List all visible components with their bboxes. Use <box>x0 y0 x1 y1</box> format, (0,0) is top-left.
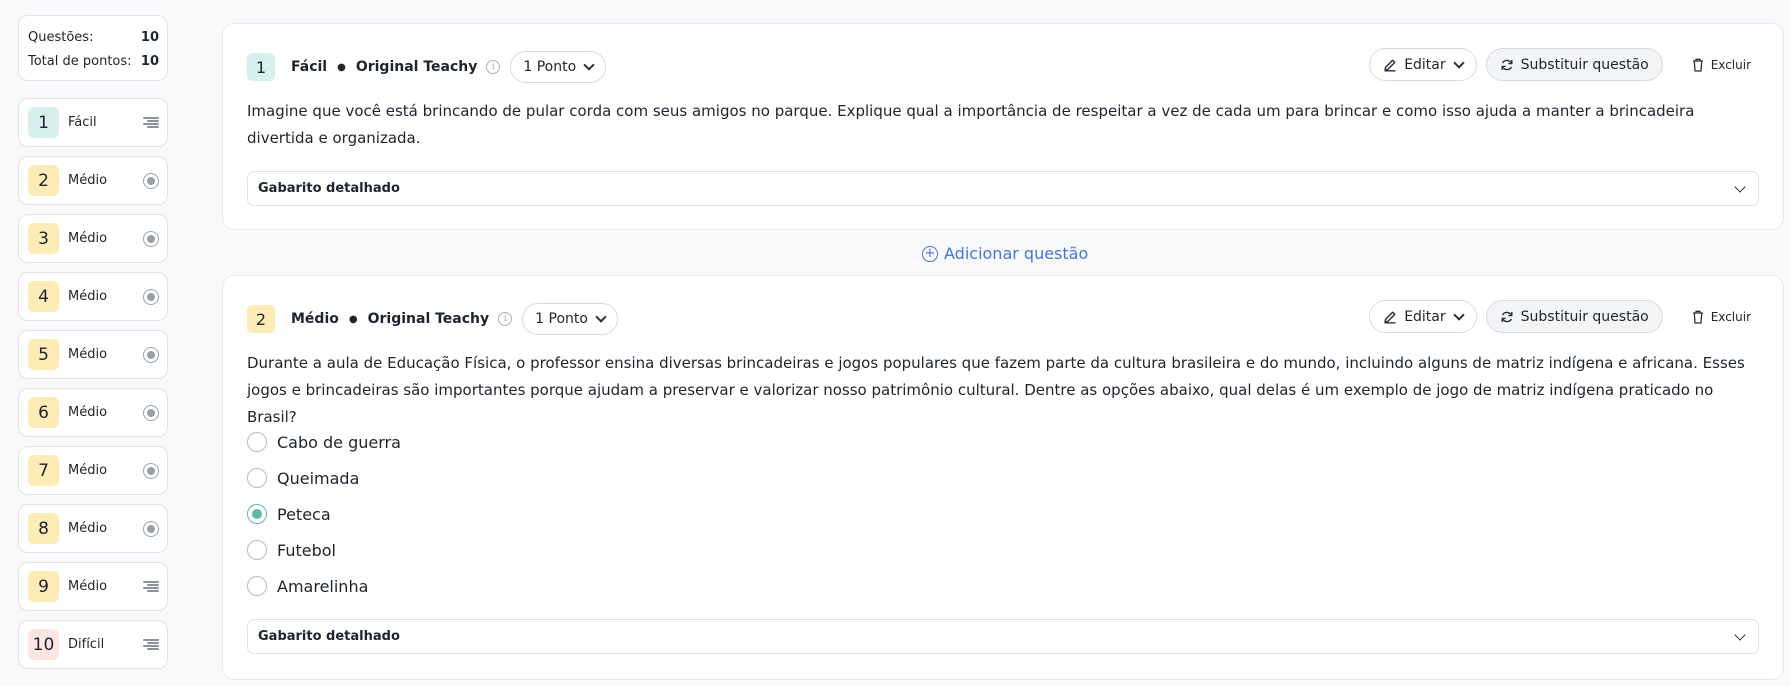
difficulty-label: Médio <box>68 231 108 246</box>
question-text: Durante a aula de Educação Física, o pro… <box>247 354 1745 426</box>
multiple-choice-icon <box>143 288 159 305</box>
total-points-value: 10 <box>140 54 159 69</box>
multiple-choice-icon <box>143 346 159 363</box>
total-points-label: Total de pontos: <box>28 54 132 69</box>
radio-button[interactable] <box>247 576 267 596</box>
add-question-button[interactable]: + Adicionar questão <box>922 244 1088 263</box>
info-icon[interactable]: i <box>486 60 501 74</box>
question-number-badge: 7 <box>28 455 59 486</box>
refresh-icon <box>1501 311 1513 322</box>
summary-box: Questões: 10 Total de pontos: 10 <box>18 15 168 81</box>
multiple-choice-icon <box>143 520 159 537</box>
multiple-choice-icon <box>143 172 159 189</box>
answer-option[interactable]: Amarelinha <box>247 568 401 604</box>
text-answer-icon <box>143 637 159 653</box>
answer-option[interactable]: Peteca <box>247 496 401 532</box>
difficulty-label: Médio <box>68 347 108 362</box>
sidebar-item-question-8[interactable]: 8 Médio <box>18 504 168 553</box>
difficulty-label: Médio <box>68 173 108 188</box>
pencil-icon <box>1384 59 1396 71</box>
question-number-badge: 5 <box>28 339 59 370</box>
multiple-choice-icon <box>143 230 159 247</box>
difficulty-label: Fácil <box>68 115 97 130</box>
radio-button[interactable] <box>247 504 267 524</box>
question-card-1: 1 Fácil ● Original Teachy i 1 Ponto Edit… <box>222 23 1784 230</box>
difficulty-label: Médio <box>291 311 339 327</box>
question-number-badge: 3 <box>28 223 59 254</box>
answer-option-label: Queimada <box>277 468 360 488</box>
answer-option-label: Futebol <box>277 540 336 560</box>
answer-option-label: Peteca <box>277 504 331 524</box>
replace-question-button[interactable]: Substituir questão <box>1485 48 1663 81</box>
question-number-badge: 1 <box>247 53 275 81</box>
points-dropdown[interactable]: 1 Ponto <box>510 51 607 83</box>
edit-button[interactable]: Editar <box>1369 300 1477 333</box>
question-number-badge: 2 <box>247 305 275 333</box>
question-sidebar: Questões: 10 Total de pontos: 10 1 Fácil 2… <box>0 0 186 686</box>
trash-icon <box>1692 310 1703 324</box>
edit-button[interactable]: Editar <box>1369 48 1477 81</box>
chevron-down-icon <box>1452 308 1465 321</box>
question-number-badge: 6 <box>28 397 59 428</box>
source-label: Original Teachy <box>355 59 478 75</box>
radio-button[interactable] <box>247 468 267 488</box>
radio-button[interactable] <box>247 432 267 452</box>
info-icon[interactable]: i <box>498 312 513 326</box>
answer-option[interactable]: Futebol <box>247 532 401 568</box>
answer-key-dropdown[interactable]: Gabarito detalhado <box>247 171 1759 206</box>
difficulty-label: Médio <box>68 405 108 420</box>
chevron-down-icon <box>1734 180 1746 193</box>
answer-option[interactable]: Cabo de guerra <box>247 424 401 460</box>
question-text: Imagine que você está brincando de pular… <box>247 102 1695 147</box>
answer-option[interactable]: Queimada <box>247 460 401 496</box>
chevron-down-icon <box>595 311 607 323</box>
difficulty-label: Difícil <box>68 637 105 652</box>
questions-count-label: Questões: <box>28 30 94 45</box>
sidebar-item-question-3[interactable]: 3 Médio <box>18 214 168 263</box>
source-label: Original Teachy <box>367 311 490 327</box>
sidebar-item-question-10[interactable]: 10 Difícil <box>18 620 168 669</box>
questions-count-value: 10 <box>140 30 159 45</box>
sidebar-item-question-5[interactable]: 5 Médio <box>18 330 168 379</box>
sidebar-item-question-2[interactable]: 2 Médio <box>18 156 168 205</box>
answer-option-label: Cabo de guerra <box>277 432 401 452</box>
answer-key-dropdown[interactable]: Gabarito detalhado <box>247 619 1759 654</box>
difficulty-label: Médio <box>68 289 108 304</box>
answer-option-label: Amarelinha <box>277 576 369 596</box>
answer-options: Cabo de guerra Queimada Peteca Futebol Amare… <box>247 424 401 604</box>
question-number-badge: 8 <box>28 513 59 544</box>
question-number-badge: 2 <box>28 165 59 196</box>
question-number-badge: 1 <box>28 107 59 138</box>
radio-button[interactable] <box>247 540 267 560</box>
difficulty-label: Médio <box>68 521 108 536</box>
sidebar-item-question-6[interactable]: 6 Médio <box>18 388 168 437</box>
trash-icon <box>1692 58 1703 72</box>
points-dropdown[interactable]: 1 Ponto <box>522 303 618 335</box>
chevron-down-icon <box>1734 628 1746 641</box>
sidebar-item-question-4[interactable]: 4 Médio <box>18 272 168 321</box>
sidebar-item-question-9[interactable]: 9 Médio <box>18 562 168 611</box>
question-number-badge: 9 <box>28 571 59 602</box>
delete-button[interactable]: Excluir <box>1672 48 1759 81</box>
replace-question-button[interactable]: Substituir questão <box>1485 300 1663 333</box>
sidebar-item-question-7[interactable]: 7 Médio <box>18 446 168 495</box>
plus-circle-icon: + <box>922 245 938 262</box>
multiple-choice-icon <box>143 404 159 421</box>
sidebar-item-question-1[interactable]: 1 Fácil <box>18 98 168 147</box>
difficulty-label: Fácil <box>291 59 328 75</box>
question-number-badge: 4 <box>28 281 59 312</box>
text-answer-icon <box>143 579 159 595</box>
question-card-2: 2 Médio ● Original Teachy i 1 Ponto Edit… <box>222 275 1784 680</box>
multiple-choice-icon <box>143 462 159 479</box>
pencil-icon <box>1384 311 1396 323</box>
chevron-down-icon <box>583 59 595 71</box>
text-answer-icon <box>143 115 159 131</box>
difficulty-label: Médio <box>68 463 108 478</box>
delete-button[interactable]: Excluir <box>1672 300 1759 333</box>
chevron-down-icon <box>1452 56 1465 69</box>
difficulty-label: Médio <box>68 579 108 594</box>
refresh-icon <box>1501 59 1513 70</box>
question-number-badge: 10 <box>28 629 59 660</box>
